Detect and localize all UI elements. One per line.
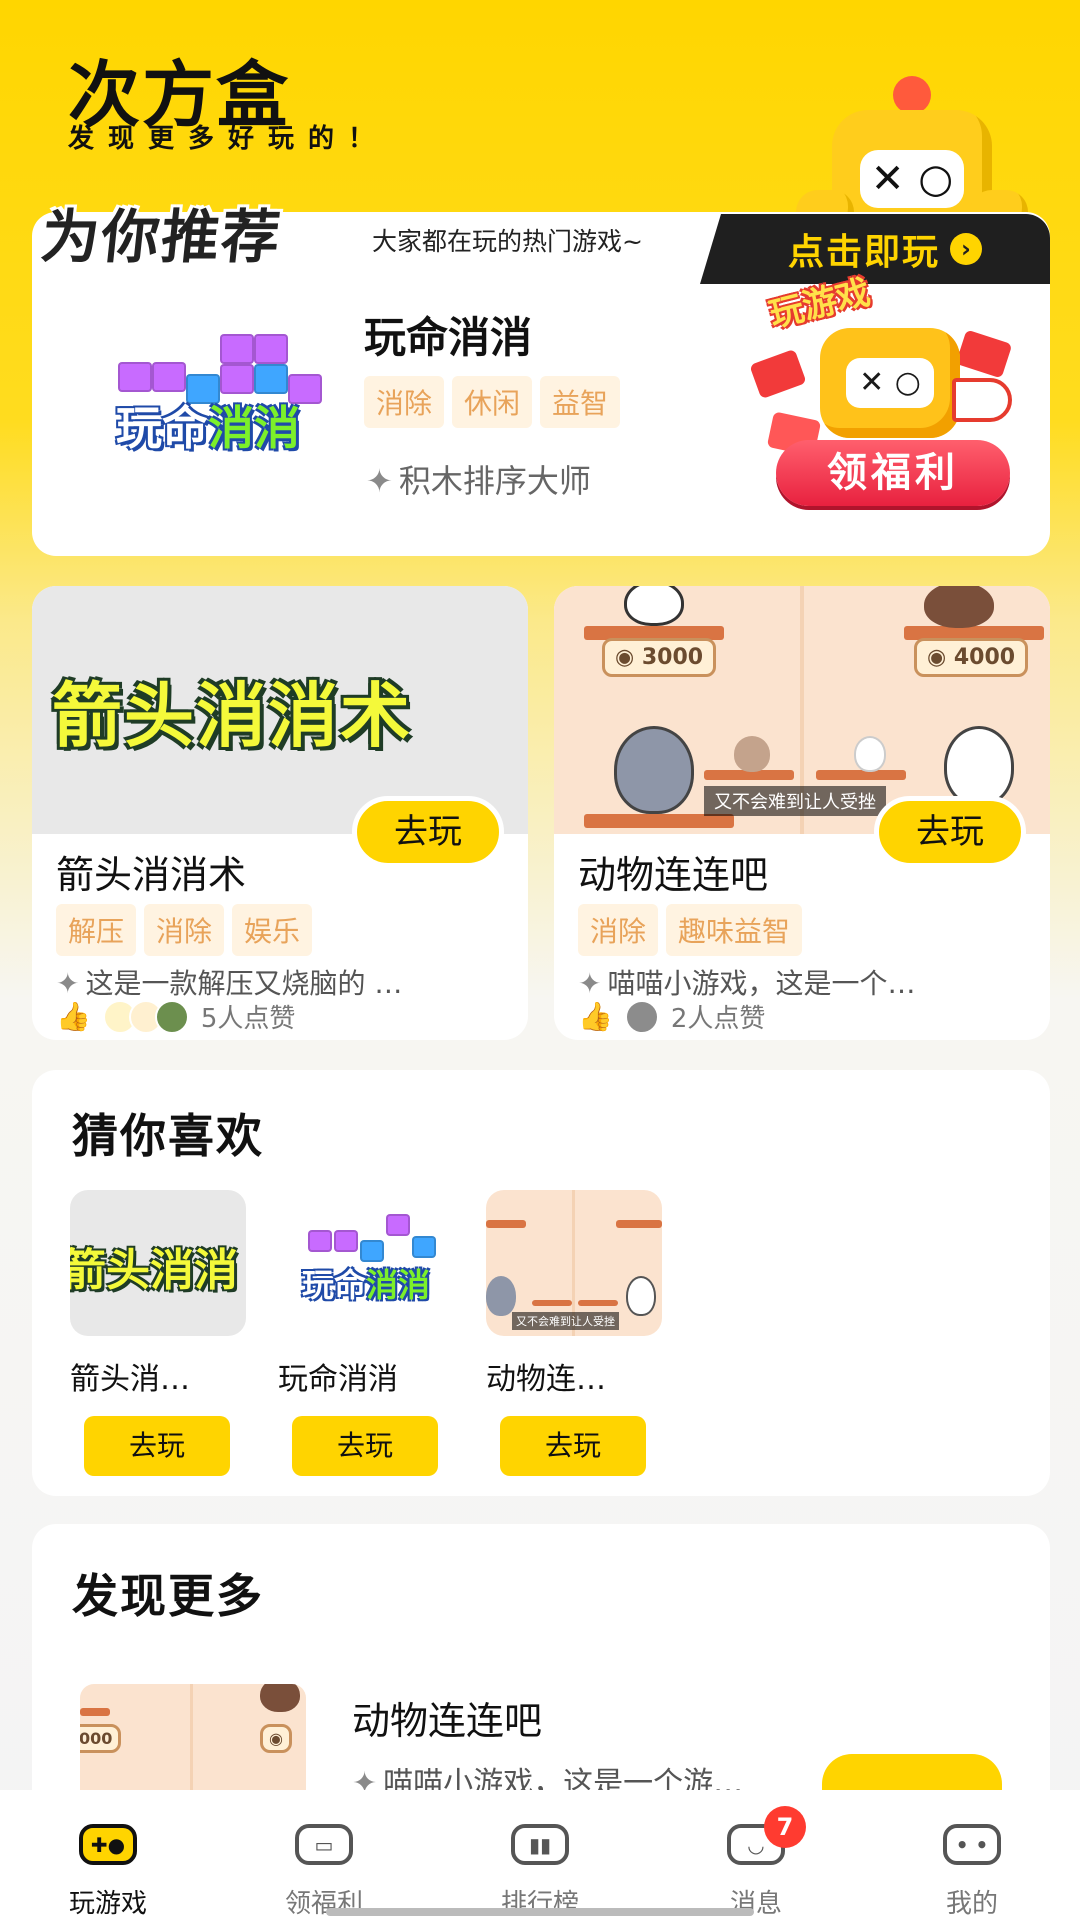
thumbs-up-icon[interactable]: 👍 [56, 1000, 91, 1033]
likes-count: 2人点赞 [670, 1004, 766, 1034]
game-card[interactable]: 箭头消消术 去玩 箭头消消术 解压 消除 娱乐 ✦ 这是一款解压又烧脑的 … 👍 … [32, 586, 528, 1040]
game-card[interactable]: ◉ 3000 ◉ 4000 又不会难到让人受挫 去玩 动物连连吧 消除 趣味益智… [554, 586, 1050, 1040]
recommend-subtitle: 大家都在玩的热门游戏~ [372, 227, 643, 256]
tag: 趣味益智 [666, 904, 803, 956]
guess-you-like-section: 猜你喜欢 箭头消消 箭头消… 去玩 玩命消消 玩命消消 去玩 又不会难到让人受挫… [32, 1070, 1050, 1496]
nav-item-play[interactable]: ✚● 玩游戏 [0, 1790, 216, 1920]
nav-item-messages[interactable]: ◡ 7 消息 [648, 1790, 864, 1920]
game-name: 动物连连吧 [578, 853, 769, 897]
megaphone-icon [952, 378, 1012, 422]
tag: 休闲 [452, 376, 533, 428]
nav-item-ranking[interactable]: ▮▮ 排行榜 [432, 1790, 648, 1920]
mini-game-item[interactable]: 玩命消消 玩命消消 去玩 [278, 1190, 458, 1476]
section-title: 发现更多 [72, 1560, 264, 1630]
avatar [624, 999, 659, 1034]
recommend-tags: 消除 休闲 益智 [364, 376, 621, 428]
app-slogan: 发现更多好玩的！ [68, 124, 389, 154]
tag: 消除 [578, 904, 659, 956]
tag: 娱乐 [232, 904, 313, 956]
mini-game-name: 箭头消… [70, 1362, 190, 1397]
instant-play-button[interactable]: 点击即玩 › [700, 214, 1050, 284]
tag: 益智 [540, 376, 621, 428]
game-desc: ✦ 喵喵小游戏，这是一个… [578, 967, 916, 1000]
gift-icon: ▭ [295, 1824, 353, 1865]
mini-game-item[interactable]: 箭头消消 箭头消… 去玩 [70, 1190, 250, 1476]
recommend-game-name[interactable]: 玩命消消 [364, 304, 532, 365]
likes-row[interactable]: 👍 2人点赞 [578, 998, 765, 1035]
sparkle-icon: ✦ [366, 462, 393, 500]
gamepad-icon: ✚● [79, 1824, 137, 1865]
thumbs-up-icon[interactable]: 👍 [578, 1000, 613, 1033]
game-tags: 消除 趣味益智 [578, 904, 803, 956]
bottom-nav: ✚● 玩游戏 ▭ 领福利 ▮▮ 排行榜 ◡ 7 消息 • • 我的 [0, 1790, 1080, 1920]
mini-game-thumb[interactable]: 又不会难到让人受挫 [486, 1190, 662, 1336]
recommend-desc: ✦ 积木排序大师 [366, 462, 591, 500]
ranking-icon: ▮▮ [511, 1824, 569, 1865]
nav-item-profile[interactable]: • • 我的 [864, 1790, 1080, 1920]
play-button[interactable]: 去玩 [874, 796, 1026, 868]
mini-game-thumb[interactable]: 箭头消消 [70, 1190, 246, 1336]
game-name: 箭头消消术 [56, 853, 247, 897]
discover-section: 发现更多 000 ◉ 动物连连吧 ✦ 喵喵小游戏，这是一个游… [32, 1524, 1050, 1824]
avatar [154, 999, 189, 1034]
play-button[interactable]: 去玩 [84, 1416, 230, 1476]
nav-label: 玩游戏 [68, 1889, 147, 1919]
mini-game-item[interactable]: 又不会难到让人受挫 动物连… 去玩 [486, 1190, 666, 1476]
play-button[interactable]: 去玩 [352, 796, 504, 868]
game-tags: 解压 消除 娱乐 [56, 904, 313, 956]
cover-caption: 又不会难到让人受挫 [704, 786, 886, 816]
sparkle-icon: ✦ [578, 967, 602, 1000]
play-button[interactable]: 去玩 [500, 1416, 646, 1476]
recommend-game-logo[interactable]: 玩命消消 [78, 322, 338, 462]
instant-play-label: 点击即玩 [787, 232, 940, 273]
unread-badge: 7 [764, 1806, 806, 1848]
claim-welfare-button[interactable]: 领福利 [776, 440, 1010, 506]
sparkle-icon: ✦ [56, 967, 80, 1000]
likes-count: 5人点赞 [200, 1004, 296, 1034]
game-desc: ✦ 这是一款解压又烧脑的 … [56, 967, 403, 1000]
tag: 消除 [144, 904, 225, 956]
likes-row[interactable]: 👍 5人点赞 [56, 998, 295, 1035]
home-indicator [326, 1908, 754, 1916]
nav-label: 我的 [945, 1889, 998, 1919]
play-button[interactable]: 去玩 [292, 1416, 438, 1476]
chevron-right-icon: › [950, 233, 982, 265]
section-title: 猜你喜欢 [72, 1100, 264, 1170]
tag: 消除 [364, 376, 445, 428]
promo-tilted-text: 玩游戏 [765, 272, 875, 336]
mini-game-name: 动物连… [486, 1362, 606, 1397]
profile-icon: • • [943, 1824, 1001, 1865]
mini-game-name: 玩命消消 [278, 1362, 398, 1397]
nav-item-welfare[interactable]: ▭ 领福利 [216, 1790, 432, 1920]
discover-game-name[interactable]: 动物连连吧 [352, 1690, 542, 1745]
mascot-illustration: ✕ ○ [792, 76, 1032, 240]
welfare-promo[interactable]: ✕ ○ 玩游戏 领福利 [740, 272, 1040, 506]
recommend-badge: 为你推荐 [37, 203, 286, 271]
tag: 解压 [56, 904, 137, 956]
mini-game-thumb[interactable]: 玩命消消 [278, 1190, 454, 1336]
